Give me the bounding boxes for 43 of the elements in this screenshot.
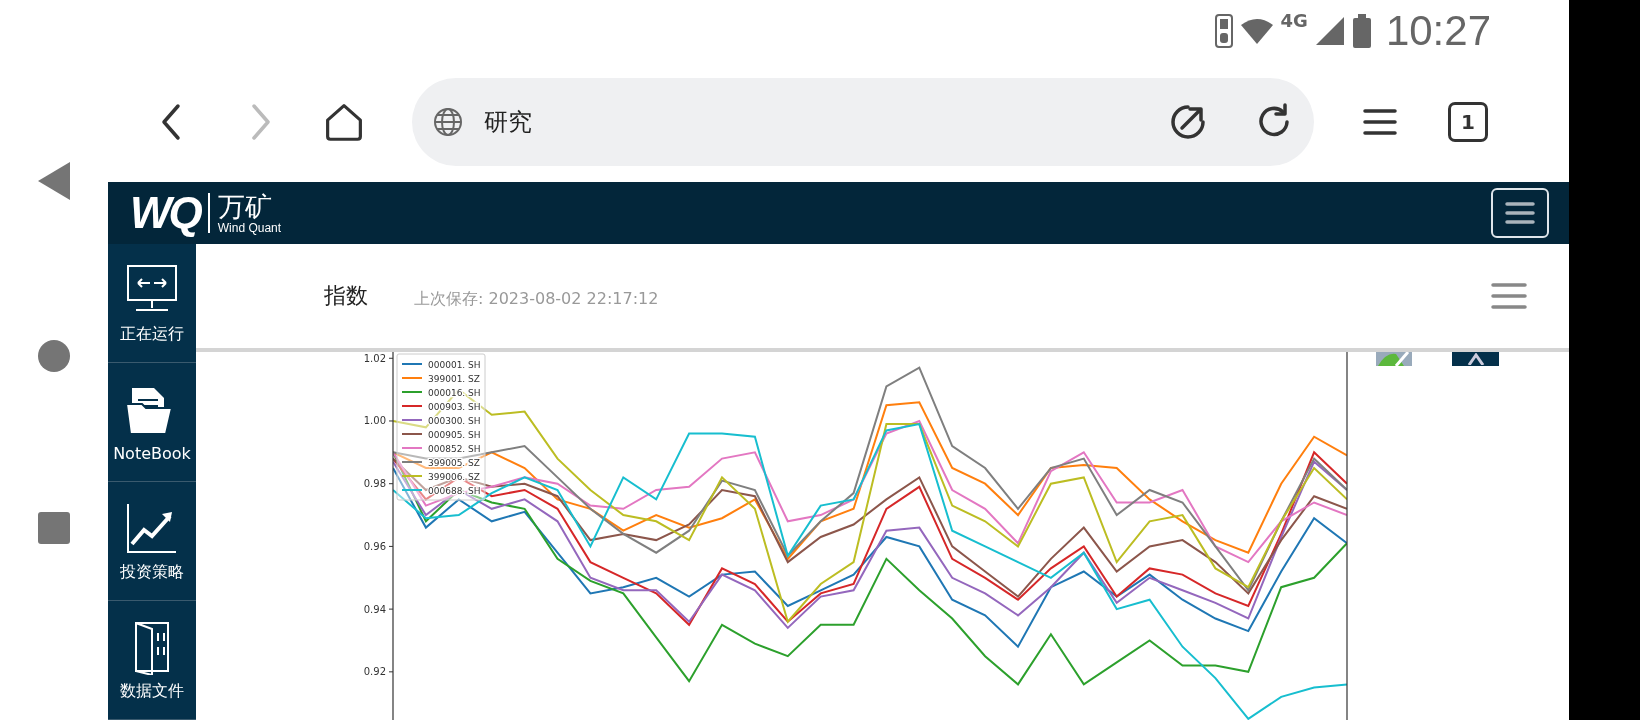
sidebar-item[interactable]: 数据文件 [108, 601, 196, 720]
tab-count-button[interactable]: 1 [1448, 102, 1488, 142]
address-text: 研究 [484, 107, 533, 138]
legend-label: 000905. SH [428, 429, 481, 440]
back-triangle-icon[interactable] [38, 162, 70, 200]
legend-label: 000852. SH [428, 443, 481, 454]
network-type: 4G [1280, 10, 1308, 31]
globe-icon [432, 106, 464, 138]
status-time: 10:27 [1385, 7, 1491, 55]
y-tick-label: 0.92 [363, 666, 386, 678]
legend-label: 000001. SH [428, 359, 481, 370]
brand-name: 万矿 [217, 192, 273, 220]
menu-button[interactable] [1491, 188, 1549, 238]
sidebar-item[interactable]: 投资策略 [108, 482, 196, 601]
y-tick [388, 357, 394, 359]
y-tick [388, 608, 394, 610]
legend-label: 399001. SZ [428, 373, 480, 384]
y-tick [388, 545, 394, 547]
collapse-button[interactable] [1452, 352, 1499, 366]
share-icon[interactable] [1168, 102, 1208, 142]
battery-icon [1351, 14, 1372, 48]
address-field[interactable]: 研究 [412, 78, 1314, 166]
signal-icon [1315, 17, 1344, 45]
legend-label: 399006. SZ [428, 471, 480, 482]
y-tick-label: 0.98 [363, 478, 386, 490]
page-title: 指数 [324, 282, 368, 310]
y-tick-label: 1.00 [363, 415, 386, 427]
y-tick-label: 0.96 [363, 540, 386, 552]
wifi-icon [1240, 18, 1273, 44]
menu-icon [1505, 201, 1535, 225]
hd-icon [1214, 14, 1233, 48]
y-tick [388, 483, 394, 485]
y-tick-label: 0.94 [363, 603, 386, 615]
sidebar-item[interactable]: 正在运行 [108, 244, 196, 363]
home-icon[interactable] [324, 102, 364, 142]
home-circle-icon[interactable] [38, 340, 70, 372]
y-tick [388, 420, 394, 422]
last-saved-text: 上次保存: 2023-08-02 22:17:12 [414, 288, 659, 310]
y-tick [388, 671, 394, 673]
sidebar-item[interactable]: NoteBook [108, 363, 196, 482]
y-tick-label: 1.02 [363, 352, 386, 364]
brand-subtitle: Wind Quant [217, 221, 282, 234]
logo: WQ [130, 188, 200, 238]
